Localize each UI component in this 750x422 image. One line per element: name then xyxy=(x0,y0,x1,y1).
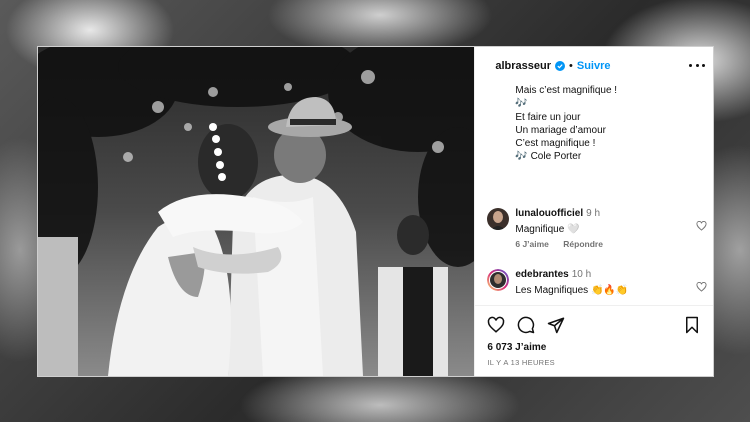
caption-line: C’est magnifique ! xyxy=(515,138,596,150)
heart-icon[interactable] xyxy=(696,221,707,231)
separator-dot: • xyxy=(569,59,573,72)
heart-icon[interactable] xyxy=(696,282,707,292)
comment-item: lunalouofficiel 9 h Magnifique 🤍 6 J’aime… xyxy=(487,208,707,252)
comment-likes-count[interactable]: 6 J’aime xyxy=(515,239,549,249)
likes-count[interactable]: 6 073 J’aime xyxy=(487,342,546,353)
heart-icon[interactable] xyxy=(487,316,505,334)
comment-username[interactable]: edebrantes xyxy=(515,269,568,280)
post-actions-bar: 6 073 J’aime IL Y A 13 HEURES xyxy=(475,305,713,376)
post-caption: Mais c’est magnifique ! 🎶 Et faire un jo… xyxy=(515,84,705,164)
instagram-post-card: albrasseur • Suivre Mais c’est magnifiqu… xyxy=(38,47,713,376)
comment-body: Les Magnifiques 👏🔥👏 xyxy=(515,285,629,296)
author-username[interactable]: albrasseur xyxy=(495,60,551,72)
comment-text: edebrantes 10 h Les Magnifiques 👏🔥👏 xyxy=(515,269,628,296)
caption-line: 🎶 xyxy=(515,98,528,110)
comment-meta: 6 J’aime Répondre xyxy=(515,239,615,249)
comment-username[interactable]: lunalouofficiel xyxy=(515,208,583,219)
comment-time: 10 h xyxy=(571,269,592,280)
post-header: albrasseur • Suivre xyxy=(475,47,713,84)
avatar[interactable] xyxy=(487,208,510,230)
comment-body: Magnifique 🤍 xyxy=(515,224,580,235)
comment-text: lunalouofficiel 9 h Magnifique 🤍 xyxy=(515,208,600,235)
caption-line: Et faire un jour xyxy=(515,111,581,123)
verified-badge-icon xyxy=(555,60,566,71)
post-timestamp: IL Y A 13 HEURES xyxy=(487,358,555,367)
bookmark-icon[interactable] xyxy=(683,316,701,334)
comment-time: 9 h xyxy=(586,208,601,219)
caption-line: 🎶 Cole Porter xyxy=(515,151,582,163)
comment-item: edebrantes 10 h Les Magnifiques 👏🔥👏 xyxy=(487,269,707,299)
caption-line: Un mariage d’amour xyxy=(515,124,606,136)
action-icons xyxy=(487,316,701,334)
avatar[interactable] xyxy=(487,269,510,291)
comment-icon[interactable] xyxy=(517,316,535,334)
wedding-kiss-photo xyxy=(38,47,475,376)
caption-line: Mais c’est magnifique ! xyxy=(515,85,618,96)
reply-button[interactable]: Répondre xyxy=(563,239,603,249)
share-icon[interactable] xyxy=(547,316,565,334)
follow-button[interactable]: Suivre xyxy=(577,60,611,72)
post-photo[interactable] xyxy=(38,47,475,376)
more-options-icon[interactable] xyxy=(689,59,705,71)
post-details-panel: albrasseur • Suivre Mais c’est magnifiqu… xyxy=(474,47,713,376)
